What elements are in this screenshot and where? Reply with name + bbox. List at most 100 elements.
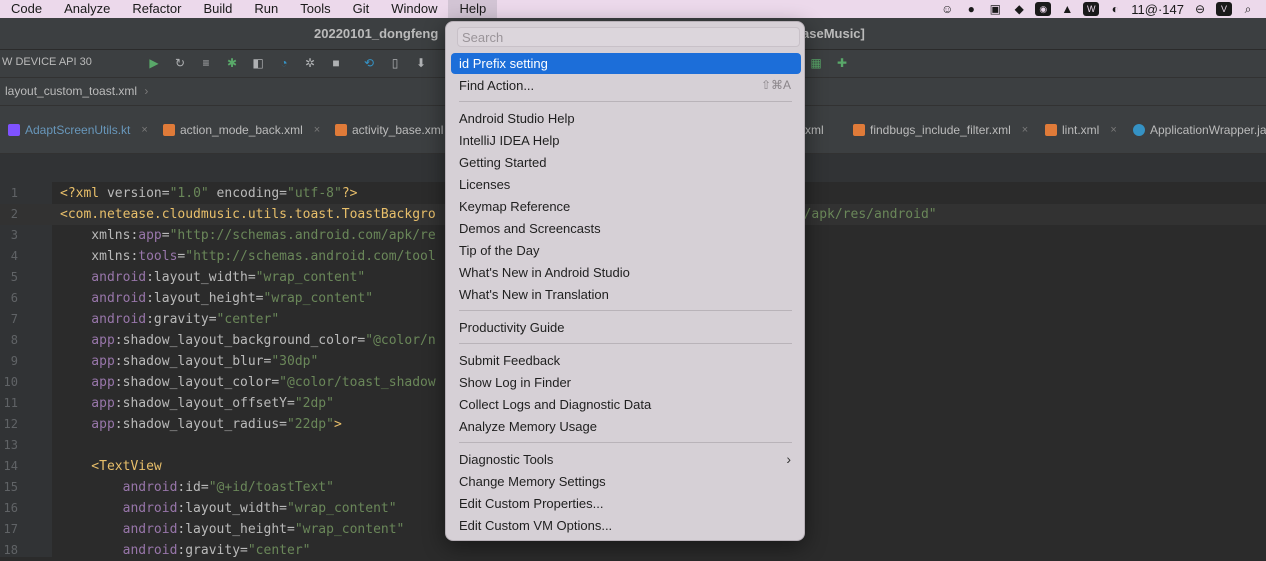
layout-inspector-icon[interactable]: ▦ bbox=[808, 55, 824, 71]
code-text: app:shadow_layout_color="@color/toast_sh… bbox=[60, 372, 435, 393]
menu-item-submit-feedback[interactable]: Submit Feedback bbox=[451, 350, 801, 371]
menu-item-android-studio-help[interactable]: Android Studio Help bbox=[451, 108, 801, 129]
menu-item-edit-custom-vm-options[interactable]: Edit Custom VM Options... bbox=[451, 515, 801, 536]
apply-changes-icon[interactable]: ≡ bbox=[198, 55, 214, 71]
code-text: app:shadow_layout_radius="22dp"> bbox=[60, 414, 341, 435]
link-icon[interactable]: ⊖ bbox=[1192, 2, 1208, 16]
menu-item-label: Android Studio Help bbox=[459, 111, 575, 126]
help-search-input[interactable] bbox=[457, 27, 800, 47]
code-token: "http://schemas.android.com/tool bbox=[185, 249, 436, 264]
menu-item-whats-new-translation[interactable]: What's New in Translation bbox=[451, 284, 801, 305]
code-text: android:layout_width="wrap_content" bbox=[60, 267, 365, 288]
code-line[interactable]: 18 android:gravity="center" bbox=[0, 540, 1266, 561]
code-text: xmlns:tools="http://schemas.android.com/… bbox=[60, 246, 436, 267]
menu-tools[interactable]: Tools bbox=[289, 0, 341, 18]
menu-item-keymap-reference[interactable]: Keymap Reference bbox=[451, 196, 801, 217]
menu-item-label: Change Memory Settings bbox=[459, 474, 606, 489]
tab-applicationwrapper[interactable]: ApplicationWrapper.ja bbox=[1133, 123, 1266, 137]
module-title: aseMusic] bbox=[802, 26, 865, 41]
debug-icon[interactable]: ✱ bbox=[224, 55, 240, 71]
code-token: "22dp" bbox=[286, 417, 334, 432]
close-icon[interactable]: × bbox=[1022, 124, 1028, 136]
profile-icon[interactable]: ◔ bbox=[276, 55, 292, 71]
attach-debugger-icon[interactable]: ✲ bbox=[302, 55, 318, 71]
code-text: android:gravity="center" bbox=[60, 309, 279, 330]
menu-code[interactable]: Code bbox=[0, 0, 53, 18]
vpn-icon[interactable]: V bbox=[1216, 2, 1232, 16]
tab-activity-base[interactable]: activity_base.xml bbox=[335, 123, 443, 137]
menu-item-productivity-guide[interactable]: Productivity Guide bbox=[451, 317, 801, 338]
sync-icon[interactable]: ⟲ bbox=[361, 55, 377, 71]
menu-run[interactable]: Run bbox=[243, 0, 289, 18]
plugin-icon[interactable]: ✚ bbox=[834, 55, 850, 71]
menu-item-whats-new-android-studio[interactable]: What's New in Android Studio bbox=[451, 262, 801, 283]
stop-icon[interactable]: ■ bbox=[328, 55, 344, 71]
code-token: "wrap_content" bbox=[294, 522, 405, 537]
menu-help[interactable]: Help bbox=[448, 0, 498, 18]
menu-analyze[interactable]: Analyze bbox=[53, 0, 121, 18]
breadcrumb-file[interactable]: layout_custom_toast.xml › bbox=[5, 84, 148, 98]
menu-item-intellij-help[interactable]: IntelliJ IDEA Help bbox=[451, 130, 801, 151]
menu-item-getting-started[interactable]: Getting Started bbox=[451, 152, 801, 173]
menu-item-find-action[interactable]: Find Action... ⇧⌘A bbox=[451, 75, 801, 96]
menu-refactor[interactable]: Refactor bbox=[121, 0, 192, 18]
wps-icon[interactable]: W bbox=[1083, 2, 1100, 16]
menu-item-label: What's New in Translation bbox=[459, 287, 609, 302]
coverage-icon[interactable]: ◧ bbox=[250, 55, 266, 71]
menu-item-diagnostic-tools[interactable]: Diagnostic Tools › bbox=[451, 449, 801, 470]
microphone-icon[interactable]: ● bbox=[963, 2, 979, 16]
close-icon[interactable]: × bbox=[1110, 124, 1116, 136]
menu-item-label: Diagnostic Tools bbox=[459, 452, 554, 467]
code-text: android:layout_height="wrap_content" bbox=[60, 288, 373, 309]
line-number: 4 bbox=[10, 249, 18, 263]
code-token: android bbox=[60, 312, 147, 327]
line-number: 11 bbox=[3, 396, 18, 410]
tab-lint[interactable]: lint.xml × bbox=[1045, 123, 1117, 137]
run-icon[interactable]: ▶ bbox=[146, 55, 162, 71]
tab-label: AdaptScreenUtils.kt bbox=[25, 123, 131, 137]
code-token: tools bbox=[138, 249, 178, 264]
menu-item-demos-screencasts[interactable]: Demos and Screencasts bbox=[451, 218, 801, 239]
menu-separator bbox=[459, 343, 792, 344]
network-monitor-icon[interactable]: ◐ bbox=[1107, 2, 1123, 16]
rerun-icon[interactable]: ↻ bbox=[172, 55, 188, 71]
menu-item-label: Licenses bbox=[459, 177, 511, 192]
menu-item-licenses[interactable]: Licenses bbox=[451, 174, 801, 195]
search-icon[interactable]: ⌕ bbox=[1240, 2, 1256, 16]
menu-window[interactable]: Window bbox=[380, 0, 448, 18]
input-method-icon[interactable]: ▣ bbox=[987, 2, 1003, 16]
tab-adaptscreenutils[interactable]: AdaptScreenUtils.kt × bbox=[8, 123, 148, 137]
menu-item-label: Analyze Memory Usage bbox=[459, 419, 597, 434]
sdk-manager-icon[interactable]: ⬇ bbox=[413, 55, 429, 71]
tab-hidden-xml[interactable]: xml bbox=[805, 123, 824, 137]
menu-item-analyze-memory[interactable]: Analyze Memory Usage bbox=[451, 416, 801, 437]
code-token: :id= bbox=[177, 480, 209, 495]
code-token: encoding= bbox=[208, 186, 288, 201]
close-icon[interactable]: × bbox=[314, 124, 320, 136]
menu-item-label: Getting Started bbox=[459, 155, 547, 170]
cat-icon[interactable]: ◆ bbox=[1011, 2, 1027, 16]
smiley-icon[interactable]: ☺ bbox=[939, 2, 955, 16]
ghost-icon[interactable]: ▲ bbox=[1059, 2, 1075, 16]
code-token: "30dp" bbox=[271, 354, 319, 369]
menu-item-label: Collect Logs and Diagnostic Data bbox=[459, 397, 652, 412]
menu-item-change-memory-settings[interactable]: Change Memory Settings bbox=[451, 471, 801, 492]
code-token: "2dp" bbox=[294, 396, 334, 411]
menu-build[interactable]: Build bbox=[192, 0, 243, 18]
device-manager-icon[interactable]: ▯ bbox=[387, 55, 403, 71]
menu-item-edit-custom-properties[interactable]: Edit Custom Properties... bbox=[451, 493, 801, 514]
menu-item-collect-logs[interactable]: Collect Logs and Diagnostic Data bbox=[451, 394, 801, 415]
code-token: :layout_height= bbox=[146, 291, 264, 306]
tab-action-mode-back[interactable]: action_mode_back.xml × bbox=[163, 123, 320, 137]
menu-item-id-prefix-setting[interactable]: id Prefix setting bbox=[451, 53, 801, 74]
menu-item-tip-of-the-day[interactable]: Tip of the Day bbox=[451, 240, 801, 261]
close-icon[interactable]: × bbox=[141, 124, 147, 136]
app-icon[interactable]: ◉ bbox=[1035, 2, 1052, 16]
tab-findbugs-include-filter[interactable]: findbugs_include_filter.xml × bbox=[853, 123, 1028, 137]
menu-item-show-log-in-finder[interactable]: Show Log in Finder bbox=[451, 372, 801, 393]
breadcrumb-file-label: layout_custom_toast.xml bbox=[5, 84, 138, 98]
code-text: android:id="@+id/toastText" bbox=[60, 477, 334, 498]
menu-git[interactable]: Git bbox=[342, 0, 381, 18]
device-selector[interactable]: W DEVICE API 30 bbox=[2, 56, 92, 68]
code-text: app:shadow_layout_blur="30dp" bbox=[60, 351, 318, 372]
